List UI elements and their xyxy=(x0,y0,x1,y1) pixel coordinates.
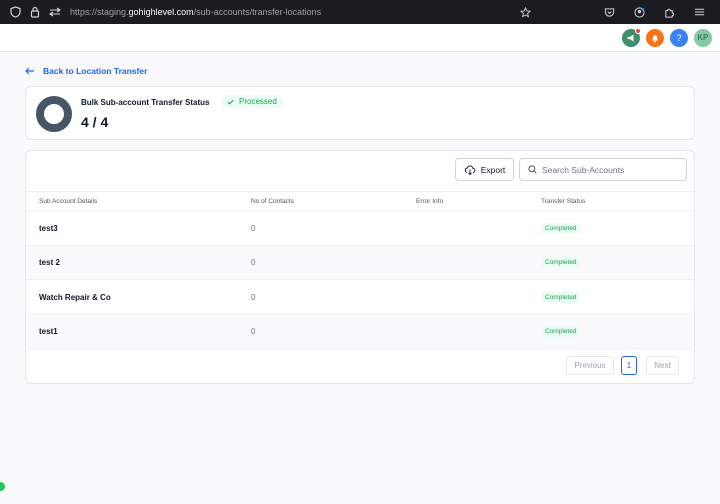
back-link-label: Back to Location Transfer xyxy=(43,66,148,76)
contacts-count: 0 xyxy=(251,293,256,302)
arrow-left-icon xyxy=(25,67,34,75)
browser-toolbar: https://staging.gohighlevel.com/sub-acco… xyxy=(0,0,720,24)
account-icon[interactable] xyxy=(632,5,646,19)
contacts-count: 0 xyxy=(251,327,256,336)
table-row[interactable]: test 2 0 Completed xyxy=(26,246,694,280)
column-header[interactable]: Sub Account Details xyxy=(39,192,97,211)
column-header[interactable]: Error Info xyxy=(416,192,443,211)
transfer-status-pill: Completed xyxy=(541,292,581,303)
transfer-status-card: Bulk Sub-account Transfer Status Process… xyxy=(25,86,695,140)
export-label: Export xyxy=(480,164,506,175)
table-header: Sub Account Details No of Contacts Error… xyxy=(26,191,694,212)
status-badge: Processed xyxy=(221,95,283,108)
sub-account-name: test3 xyxy=(39,224,58,233)
transfer-status-pill: Completed xyxy=(541,223,581,234)
bookmark-star-icon[interactable] xyxy=(518,5,532,19)
progress-donut xyxy=(36,96,72,132)
check-icon xyxy=(227,99,234,105)
status-badge-label: Processed xyxy=(239,97,277,106)
table-row[interactable]: test3 0 Completed xyxy=(26,212,694,246)
notifications-button[interactable] xyxy=(646,28,664,47)
avatar[interactable]: KP xyxy=(694,28,712,47)
search-input[interactable] xyxy=(542,164,682,175)
column-header[interactable]: No of Contacts xyxy=(251,192,294,211)
contacts-count: 0 xyxy=(251,258,256,267)
pocket-icon[interactable] xyxy=(602,5,616,19)
next-page-button[interactable]: Next xyxy=(646,356,679,375)
permissions-icon[interactable] xyxy=(48,5,62,19)
lock-icon[interactable] xyxy=(28,5,42,19)
cloud-download-icon xyxy=(464,165,476,175)
transfer-status-pill: Completed xyxy=(541,326,581,337)
previous-page-button[interactable]: Previous xyxy=(566,356,614,375)
page-1-button[interactable]: 1 xyxy=(621,356,637,375)
chat-widget-dot[interactable] xyxy=(0,482,5,491)
announcements-button[interactable] xyxy=(622,27,641,47)
transfer-status-pill: Completed xyxy=(541,257,581,268)
search-box[interactable] xyxy=(519,158,687,181)
help-button[interactable]: ? xyxy=(670,28,688,47)
sub-account-name: test1 xyxy=(39,327,58,336)
search-icon xyxy=(528,165,537,174)
sub-account-name: test 2 xyxy=(39,258,60,267)
status-title: Bulk Sub-account Transfer Status xyxy=(81,98,210,107)
status-count: 4 / 4 xyxy=(81,114,109,130)
contacts-count: 0 xyxy=(251,224,256,233)
table-row[interactable]: test1 0 Completed xyxy=(26,315,694,349)
megaphone-icon xyxy=(627,34,634,41)
address-bar[interactable]: https://staging.gohighlevel.com/sub-acco… xyxy=(70,7,518,17)
sub-account-name: Watch Repair & Co xyxy=(39,293,111,302)
notification-dot xyxy=(635,27,641,34)
sub-accounts-table-card: Export Sub Account Details No of Contact… xyxy=(25,150,695,384)
app-header: ? KP xyxy=(0,24,720,52)
back-link[interactable]: Back to Location Transfer xyxy=(25,66,147,76)
extensions-icon[interactable] xyxy=(662,5,676,19)
shield-icon[interactable] xyxy=(8,5,22,19)
export-button[interactable]: Export xyxy=(455,158,514,181)
table-row[interactable]: Watch Repair & Co 0 Completed xyxy=(26,281,694,315)
column-header[interactable]: Transfer Status xyxy=(541,192,585,211)
menu-icon[interactable] xyxy=(692,5,706,19)
bell-icon xyxy=(652,34,658,42)
